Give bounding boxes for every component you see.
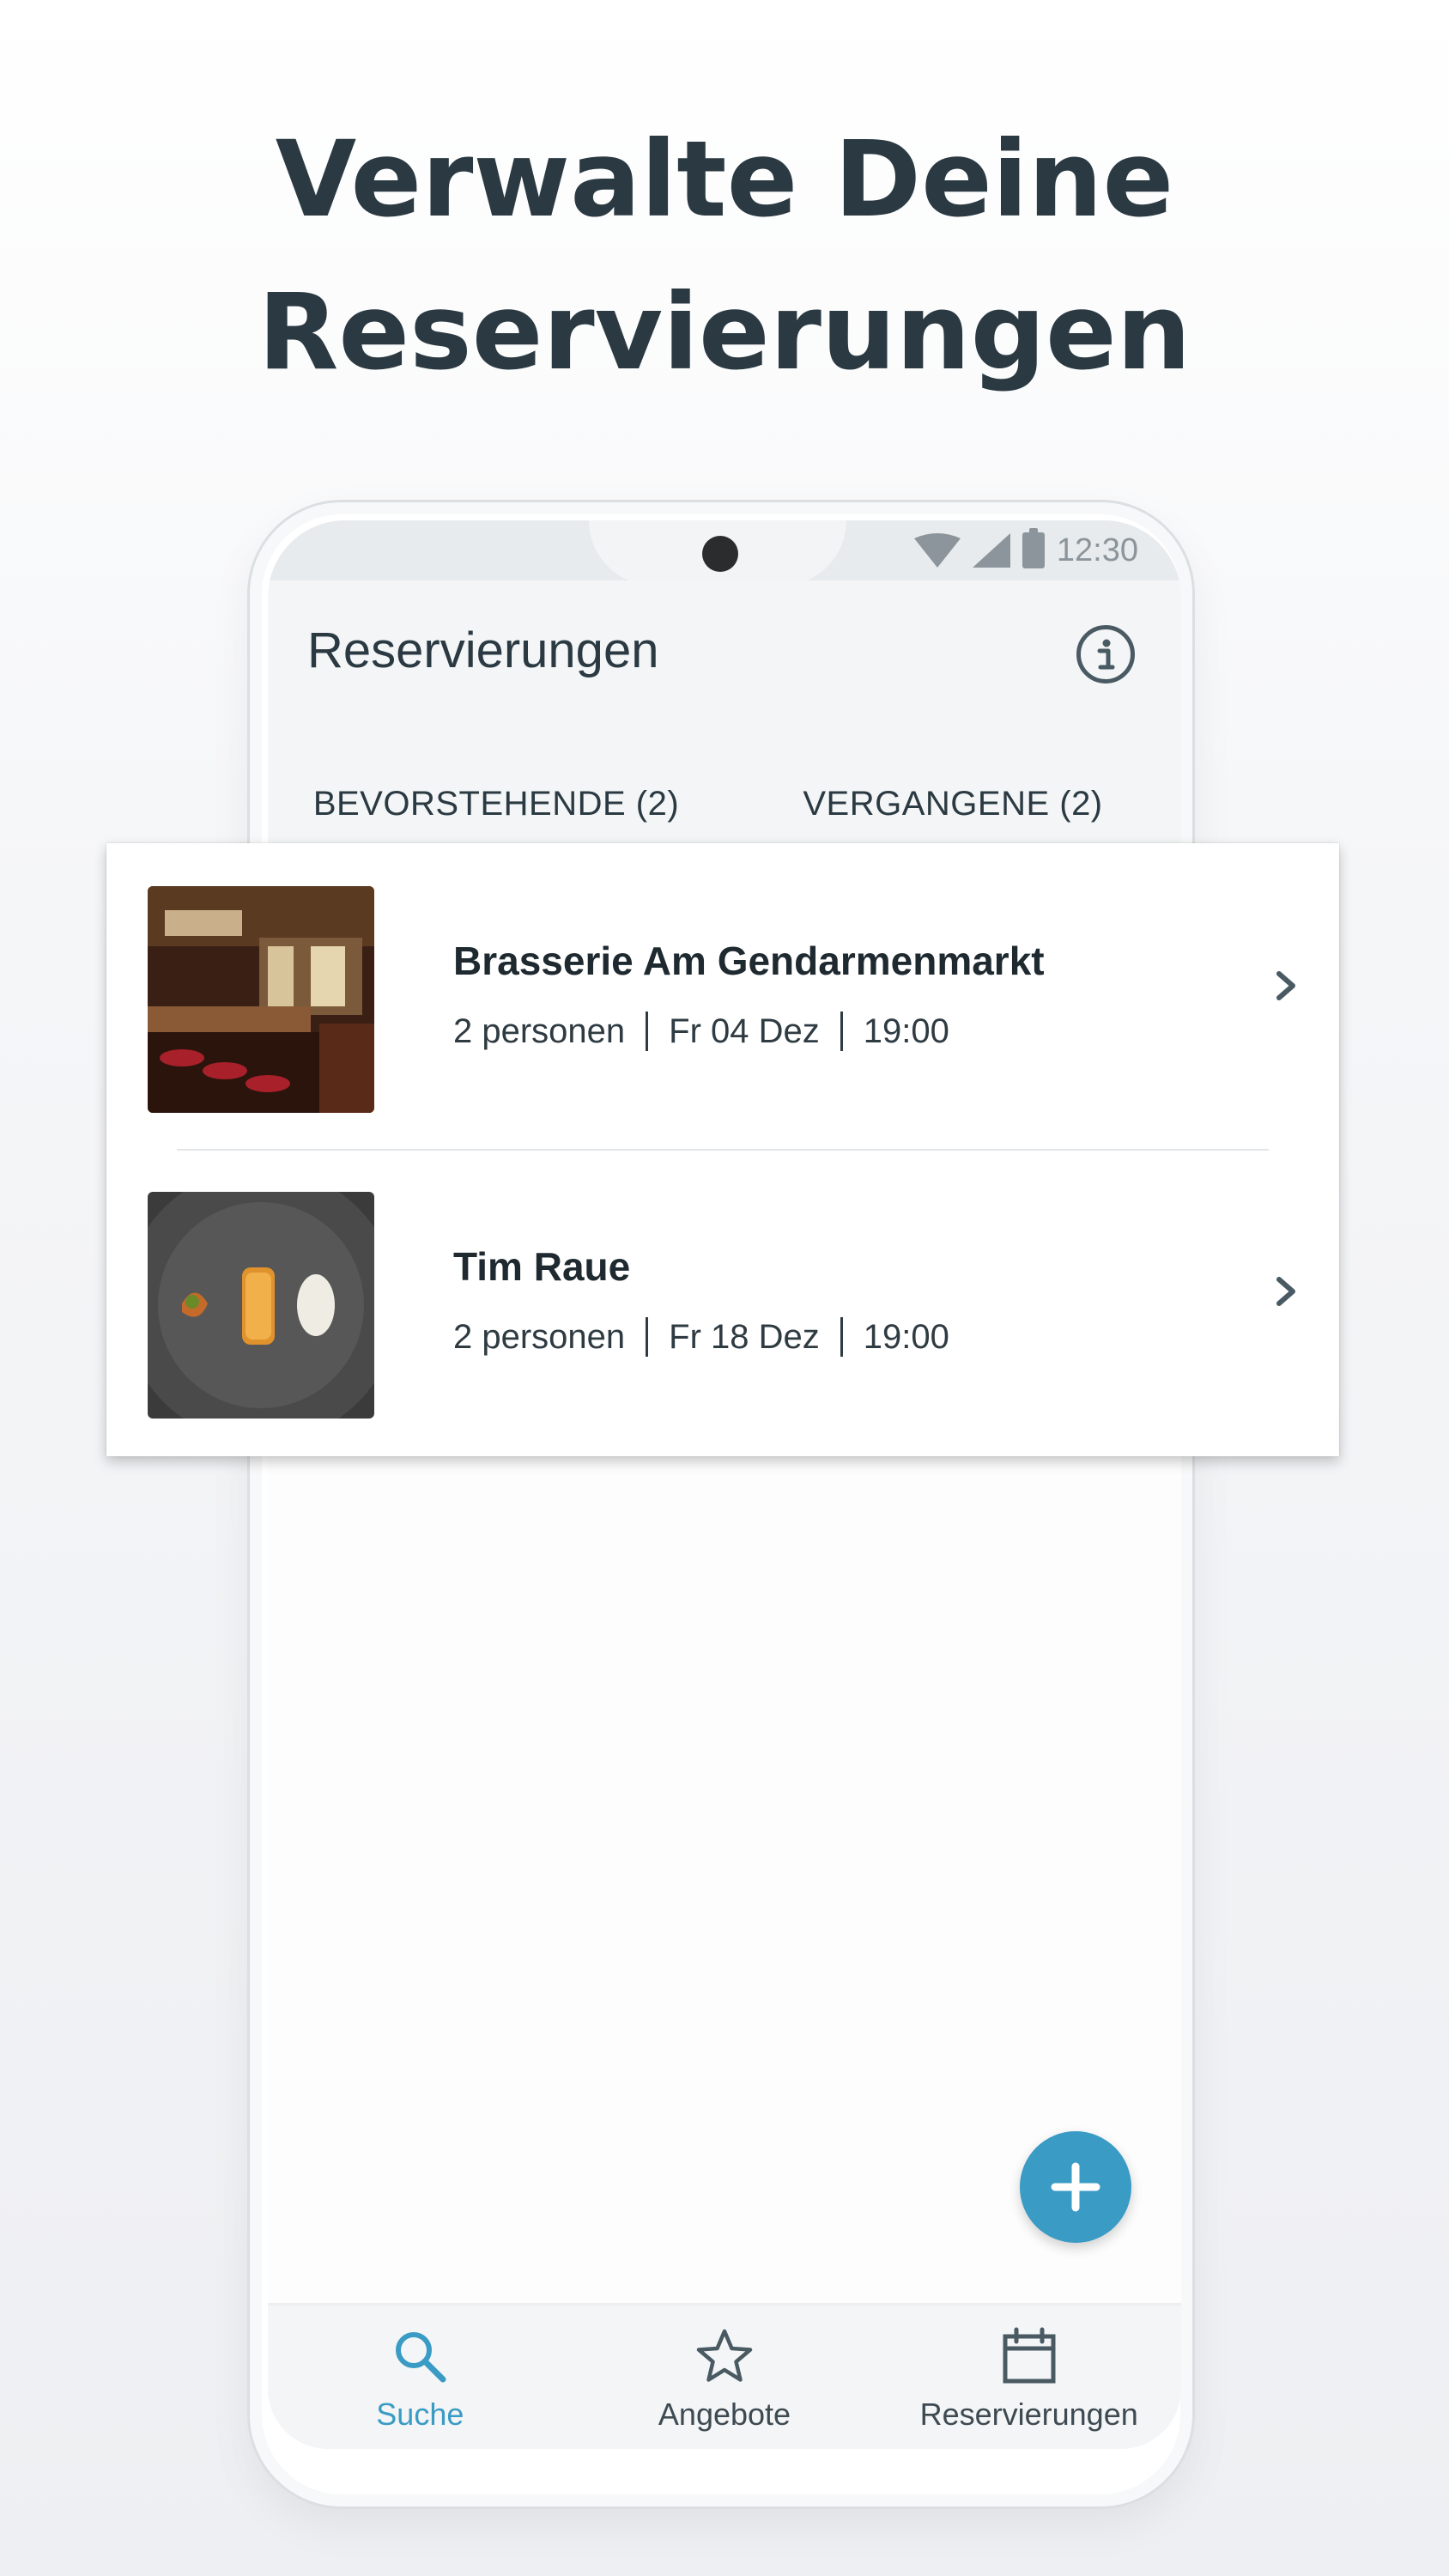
- restaurant-name: Tim Raue: [453, 1244, 631, 1289]
- camera-icon: [702, 536, 738, 572]
- headline-line-1: Verwalte Deine: [275, 118, 1174, 240]
- party-size: 2 personen: [453, 1317, 626, 1356]
- reservation-list: Brasserie Am Gendarmenmarkt 2 personen F…: [106, 843, 1339, 1456]
- tab-past[interactable]: VERGANGENE (2): [724, 752, 1181, 855]
- restaurant-name: Brasserie Am Gendarmenmarkt: [453, 939, 1045, 983]
- plus-icon: [1051, 2162, 1100, 2212]
- nav-item-search[interactable]: Suche: [268, 2306, 573, 2449]
- list-item[interactable]: Tim Raue 2 personen Fr 18 Dez 19:00: [106, 1149, 1339, 1455]
- headline-line-2: Reservierungen: [258, 271, 1191, 393]
- tab-upcoming[interactable]: BEVORSTEHENDE (2): [268, 752, 724, 855]
- bottom-navigation: Suche Angebote Reservierungen: [268, 2303, 1181, 2449]
- reservation-details: 2 personen Fr 04 Dez 19:00: [453, 1012, 949, 1051]
- chevron-right-icon: [1276, 971, 1295, 1000]
- nav-label: Reservierungen: [919, 2397, 1138, 2432]
- restaurant-photo: [148, 886, 374, 1113]
- signal-icon: [972, 533, 1010, 568]
- wifi-icon: [913, 533, 961, 568]
- reservation-date: Fr 18 Dez: [669, 1317, 820, 1356]
- party-size: 2 personen: [453, 1012, 626, 1050]
- list-item[interactable]: Brasserie Am Gendarmenmarkt 2 personen F…: [106, 843, 1339, 1149]
- reservation-time: 19:00: [863, 1317, 949, 1356]
- reservation-time: 19:00: [863, 1012, 949, 1050]
- separator: [840, 1317, 843, 1357]
- info-icon[interactable]: [1076, 625, 1135, 683]
- battery-icon: [1022, 528, 1045, 568]
- page-title: Reservierungen: [307, 623, 659, 678]
- separator: [646, 1317, 649, 1357]
- status-icons: 12:30: [913, 528, 1138, 572]
- star-icon: [696, 2329, 753, 2382]
- reservation-details: 2 personen Fr 18 Dez 19:00: [453, 1317, 949, 1357]
- restaurant-photo: [148, 1192, 374, 1419]
- app-bar: Reservierungen BEVORSTEHENDE (2) VERGANG…: [268, 580, 1181, 855]
- reservation-date: Fr 04 Dez: [669, 1012, 820, 1050]
- headline: Verwalte Deine Reservierungen: [0, 103, 1449, 409]
- chevron-right-icon: [1276, 1277, 1295, 1306]
- nav-label: Angebote: [658, 2397, 791, 2432]
- nav-item-offers[interactable]: Angebote: [573, 2306, 877, 2449]
- calendar-icon: [1003, 2327, 1056, 2384]
- nav-label: Suche: [376, 2397, 464, 2432]
- status-time: 12:30: [1056, 532, 1138, 568]
- separator: [840, 1012, 843, 1051]
- tab-bar: BEVORSTEHENDE (2) VERGANGENE (2): [268, 752, 1181, 855]
- search-icon: [396, 2332, 446, 2383]
- separator: [646, 1012, 649, 1051]
- nav-item-reservations[interactable]: Reservierungen: [876, 2306, 1181, 2449]
- add-reservation-button[interactable]: [1020, 2131, 1131, 2243]
